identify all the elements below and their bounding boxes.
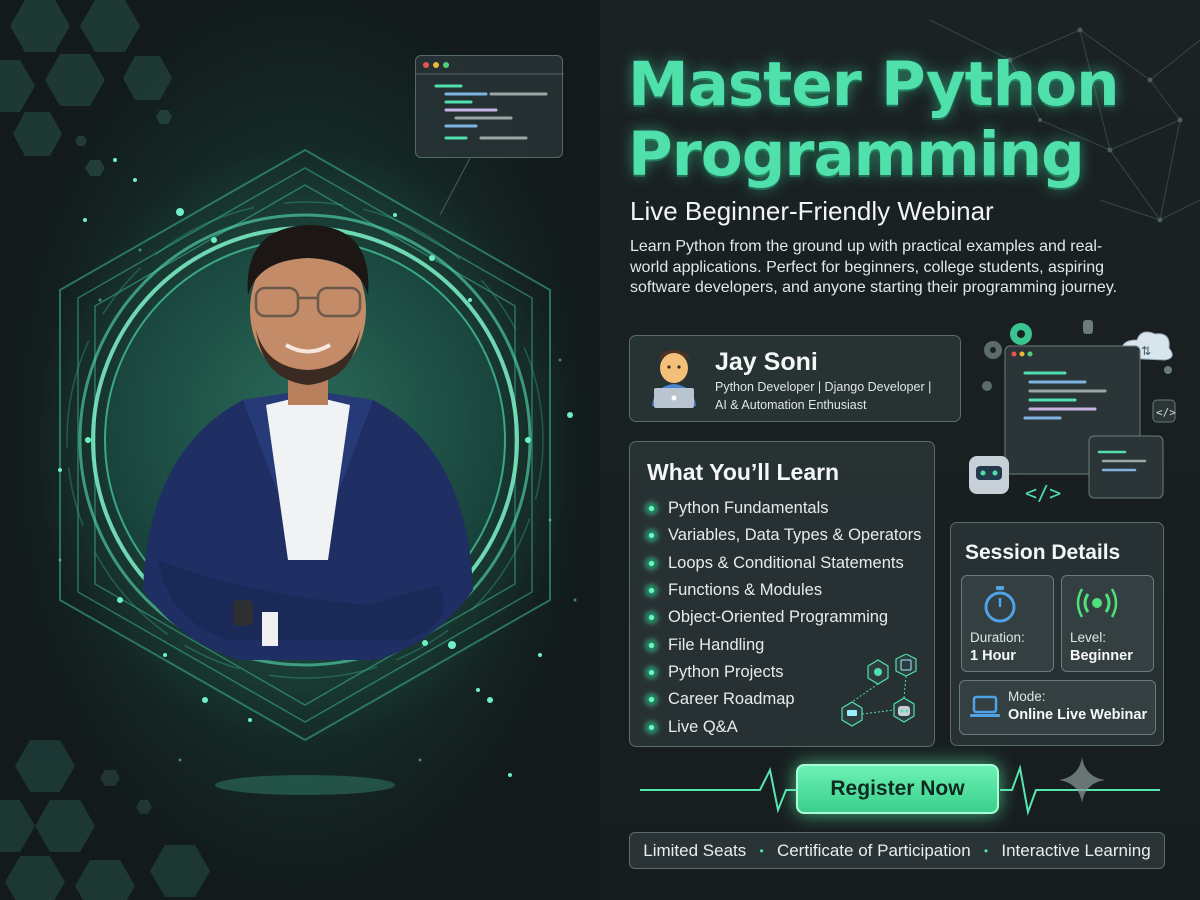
speaker-role-line-1: Python Developer | Django Developer | [715,380,932,394]
gear-icon [1010,323,1032,345]
description: Learn Python from the ground up with pra… [630,238,1118,296]
mode-value: Online Live Webinar [1008,707,1148,723]
list-item-label: Career Roadmap [668,690,795,709]
list-item: Python Fundamentals [646,495,921,522]
page-title: Master Python Programming [628,50,1188,190]
list-item-label: Python Projects [668,662,784,681]
robot-icon [969,456,1009,494]
list-item: Loops & Conditional Statements [646,550,921,577]
bullet-icon [646,585,657,597]
footer-item-interactive: Interactive Learning [1001,840,1151,860]
footer-separator: • [759,843,764,858]
duration-label: Duration: [970,630,1025,645]
speaker-portrait [143,225,473,660]
speaker-card: Jay Soni Python Developer | Django Devel… [629,335,961,422]
speaker-role-line-2: AI & Automation Enthusiast [715,398,867,412]
level-label: Level: [1070,630,1107,645]
footer-highlights: Limited Seats • Certificate of Participa… [629,832,1165,869]
session-title: Session Details [965,541,1121,564]
laptop-icon [970,695,1000,717]
page-subtitle: Live Beginner-Friendly Webinar [630,196,994,226]
bullet-icon [646,557,657,569]
title-line-2: Programming [628,119,1085,190]
level-box: Level: Beginner [1061,575,1154,672]
hex-network-icon [841,654,917,727]
list-item-label: Object-Oriented Programming [668,608,889,627]
register-button[interactable]: Register Now [796,764,999,814]
footer-separator: • [983,843,989,858]
stopwatch-icon [984,586,1016,623]
list-item-label: File Handling [668,635,765,654]
mode-box: Mode: Online Live Webinar [959,680,1156,735]
code-window-illustration [415,55,564,158]
svg-text:</>: </> [1156,406,1176,419]
title-line-1: Master Python [628,49,1120,120]
bullet-icon [646,721,657,733]
bullet-icon [646,666,657,678]
svg-text:⇅: ⇅ [1141,344,1151,358]
footer-item-certificate: Certificate of Participation [776,840,971,860]
list-item: Functions & Modules [646,577,921,604]
bullet-icon [646,694,657,706]
session-details-panel: Session Details Duration: 1 Hour Level: … [950,522,1164,746]
bullet-icon [646,612,657,624]
list-item: Variables, Data Types & Operators [646,522,921,549]
list-item-label: Variables, Data Types & Operators [668,526,922,545]
duration-box: Duration: 1 Hour [961,575,1054,672]
broadcast-icon [1076,588,1118,618]
list-item-label: Live Q&A [668,717,738,736]
learn-panel: What You’ll Learn Python Fundamentals Va… [629,441,935,747]
developer-laptop-icon [652,350,696,408]
level-value: Beginner [1070,648,1133,664]
duration-value: 1 Hour [970,648,1016,664]
footer-item-seats: Limited Seats [643,840,747,860]
list-item-label: Loops & Conditional Statements [668,553,904,572]
bullet-icon [646,530,657,542]
tech-illustration: ⇅ </> </> [969,320,1176,505]
list-item-label: Functions & Modules [668,581,823,600]
bullet-icon [646,503,657,515]
bullet-icon [646,639,657,651]
learn-title: What You’ll Learn [647,459,840,485]
mode-label: Mode: [1008,689,1046,704]
speaker-role: Python Developer | Django Developer | AI… [715,378,955,414]
speaker-name: Jay Soni [715,348,818,376]
list-item: Object-Oriented Programming [646,604,921,631]
svg-text:</>: </> [1025,481,1061,505]
list-item-label: Python Fundamentals [668,499,829,518]
